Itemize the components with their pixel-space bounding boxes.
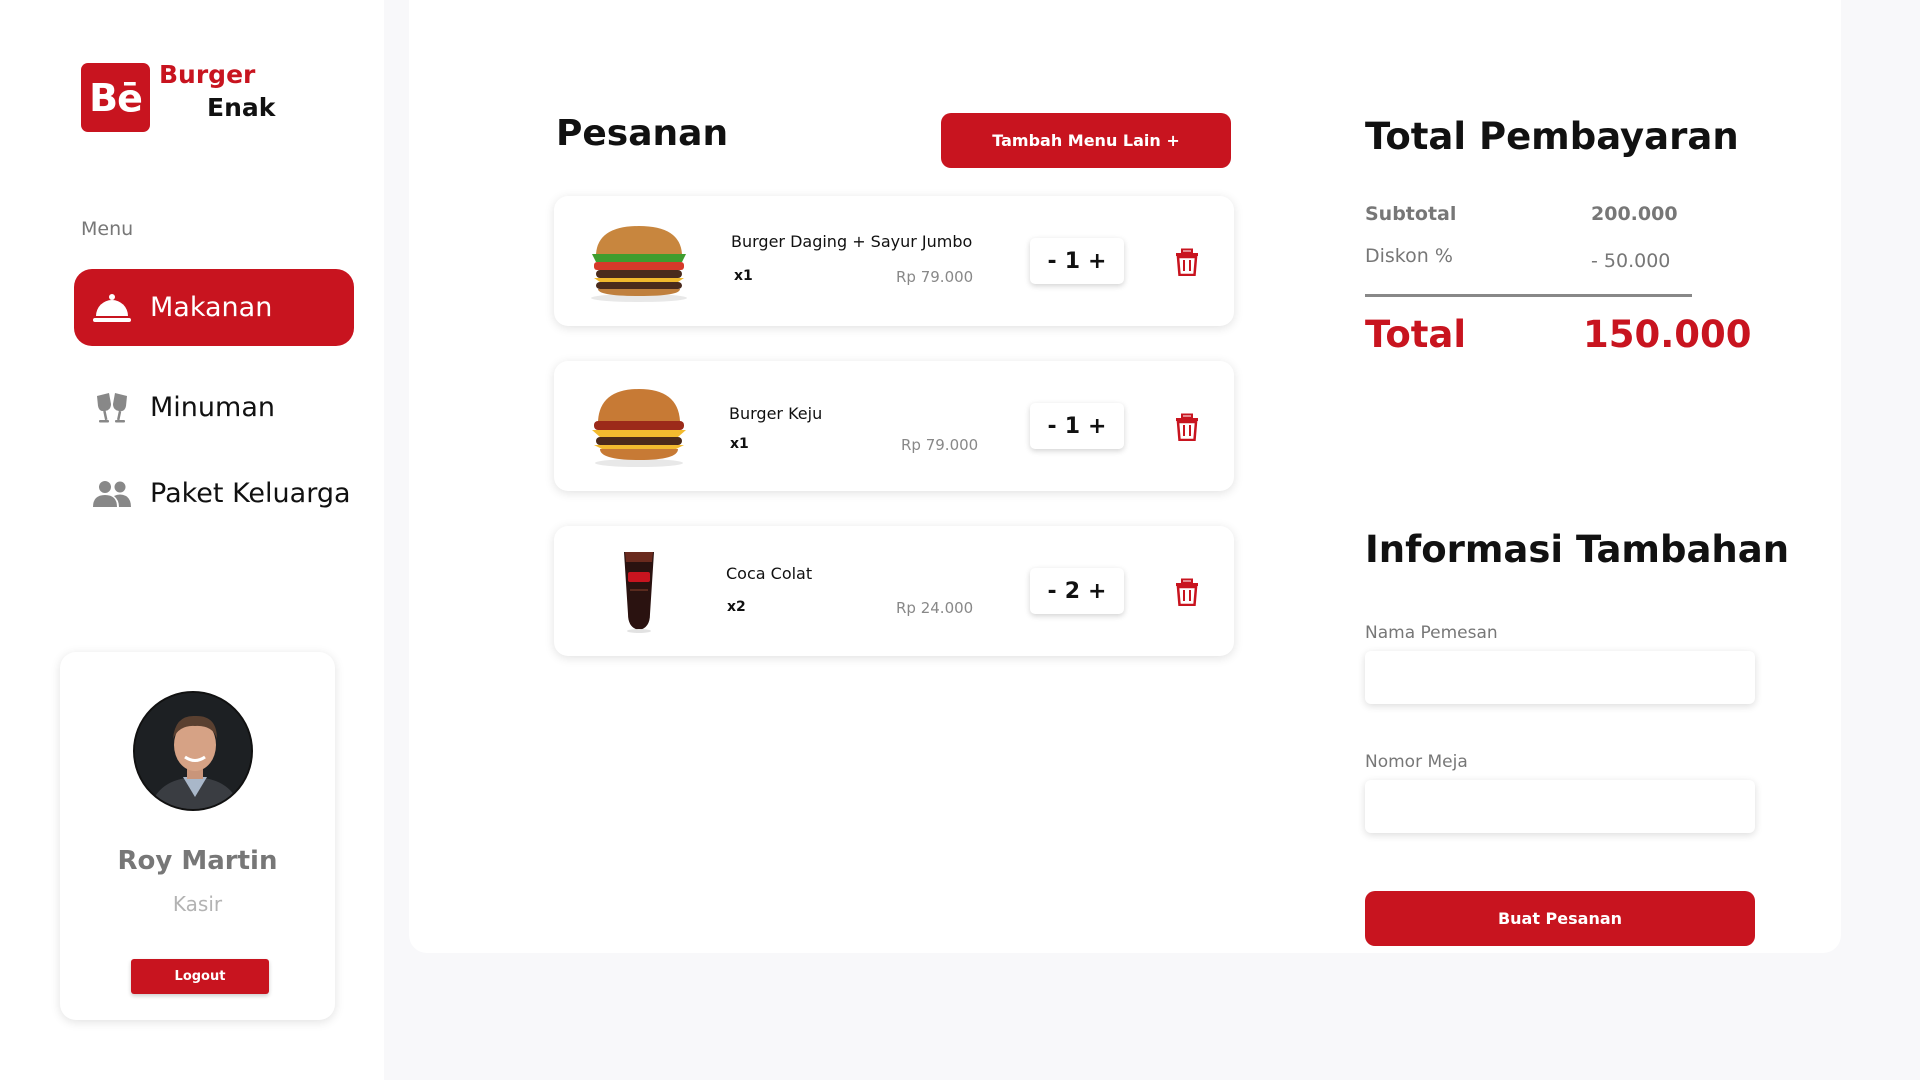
cola-glass-image: [624, 552, 654, 633]
main-panel: Pesanan Tambah Menu Lain + Burger Daging…: [409, 0, 1841, 953]
order-item: Burger Daging + Sayur Jumbo x1 Rp 79.000…: [554, 196, 1234, 326]
logout-button[interactable]: Logout: [131, 959, 269, 994]
sidebar-item-paket-keluarga[interactable]: Paket Keluarga: [74, 455, 354, 532]
add-menu-button[interactable]: Tambah Menu Lain +: [941, 113, 1231, 168]
profile-role: Kasir: [172, 892, 223, 916]
quantity-stepper: - 2 +: [1030, 568, 1124, 614]
increment-button[interactable]: +: [1088, 414, 1106, 439]
sidebar: Bē Burger Enak Menu Makanan Minuman Pake…: [0, 0, 384, 1080]
brand-logo[interactable]: Bē Burger Enak: [81, 60, 275, 132]
sidebar-item-label: Minuman: [150, 392, 275, 423]
divider: [1365, 294, 1692, 297]
order-item-name: Coca Colat: [726, 564, 813, 583]
increment-button[interactable]: +: [1088, 249, 1106, 274]
logo-line-enak: Enak: [207, 93, 276, 122]
quantity-stepper: - 1 +: [1030, 403, 1124, 449]
trash-icon[interactable]: [1174, 248, 1200, 276]
increment-button[interactable]: +: [1088, 579, 1106, 604]
table-number-input[interactable]: [1365, 780, 1755, 833]
decrement-button[interactable]: -: [1048, 414, 1057, 439]
create-order-button[interactable]: Buat Pesanan: [1365, 891, 1755, 946]
profile-card: Roy Martin Kasir Logout: [60, 652, 335, 1020]
subtotal-value: 200.000: [1591, 203, 1678, 225]
quantity-value: 2: [1064, 578, 1080, 604]
logo-mark: Bē: [81, 63, 150, 132]
logo-line-burger: Burger: [159, 60, 256, 89]
order-item-qty-label: x1: [730, 436, 749, 452]
decrement-button[interactable]: -: [1048, 249, 1057, 274]
extra-info-title: Informasi Tambahan: [1365, 528, 1790, 571]
payment-title: Total Pembayaran: [1365, 115, 1739, 158]
decrement-button[interactable]: -: [1048, 579, 1057, 604]
order-item-name: Burger Keju: [729, 404, 823, 423]
order-item-price: Rp 79.000: [896, 268, 974, 286]
total-label: Total: [1365, 313, 1467, 356]
table-number-label: Nomor Meja: [1365, 752, 1468, 772]
trash-icon[interactable]: [1174, 413, 1200, 441]
sidebar-item-label: Paket Keluarga: [150, 478, 351, 509]
total-value: 150.000: [1583, 313, 1752, 356]
order-item-name: Burger Daging + Sayur Jumbo: [731, 232, 973, 251]
sidebar-item-makanan[interactable]: Makanan: [74, 269, 354, 346]
order-item: Coca Colat x2 Rp 24.000 - 2 +: [554, 526, 1234, 656]
order-item: Burger Keju x1 Rp 79.000 - 1 +: [554, 361, 1234, 491]
quantity-value: 1: [1064, 413, 1080, 439]
quantity-stepper: - 1 +: [1030, 238, 1124, 284]
cheeseburger-image: [592, 389, 686, 467]
logo-text: Burger Enak: [159, 60, 299, 122]
order-item-price: Rp 79.000: [901, 436, 979, 454]
users-icon: [92, 474, 132, 514]
trash-icon[interactable]: [1174, 578, 1200, 606]
profile-name: Roy Martin: [117, 846, 278, 876]
toast-glasses-icon: [92, 388, 132, 428]
subtotal-label: Subtotal: [1365, 203, 1457, 225]
quantity-value: 1: [1064, 248, 1080, 274]
sidebar-item-minuman[interactable]: Minuman: [74, 369, 354, 446]
order-item-qty-label: x2: [727, 599, 746, 615]
discount-value: - 50.000: [1591, 250, 1671, 272]
orders-title: Pesanan: [556, 113, 729, 154]
burger-image: [591, 226, 687, 302]
order-item-qty-label: x1: [734, 268, 753, 284]
avatar: [133, 691, 253, 811]
discount-label: Diskon %: [1365, 245, 1453, 267]
order-item-price: Rp 24.000: [896, 599, 974, 617]
cloche-icon: [92, 288, 132, 328]
customer-name-input[interactable]: [1365, 651, 1755, 704]
sidebar-item-label: Makanan: [150, 292, 273, 323]
customer-name-label: Nama Pemesan: [1365, 623, 1498, 643]
menu-heading: Menu: [81, 218, 134, 240]
